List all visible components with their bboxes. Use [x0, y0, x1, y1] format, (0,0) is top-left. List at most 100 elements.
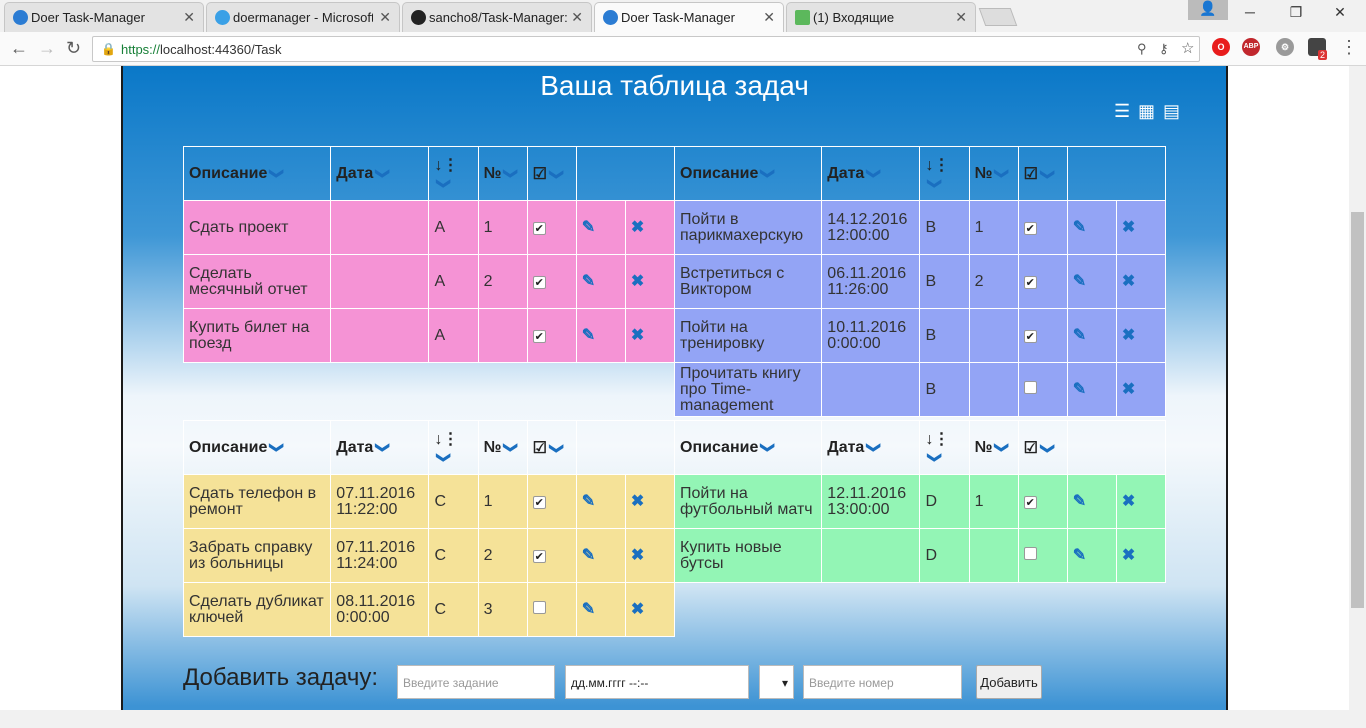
browser-tab-4[interactable]: (1) Входящие ✕	[786, 2, 976, 32]
edit-icon[interactable]: ✎	[1073, 273, 1086, 290]
priority-select[interactable]: ▾	[759, 665, 794, 699]
gear-icon[interactable]: ⚙	[1276, 38, 1294, 56]
column-header[interactable]: Описание ❯	[673, 420, 823, 475]
date-input[interactable]: дд.мм.гггг --:--	[565, 665, 749, 699]
edit-icon[interactable]: ✎	[582, 493, 595, 510]
chevron-down-icon[interactable]: ❯	[927, 177, 944, 189]
done-checkbox[interactable]	[1023, 547, 1037, 560]
chevron-down-icon[interactable]: ❯	[503, 441, 520, 453]
column-header[interactable]: ☑ ❯	[1017, 146, 1068, 201]
chevron-down-icon[interactable]: ❯	[269, 441, 286, 453]
calendar-view-icon[interactable]: ▤	[1163, 101, 1183, 121]
close-icon[interactable]: ✕	[379, 9, 391, 26]
column-header[interactable]: Дата ❯	[330, 146, 430, 201]
maximize-icon[interactable]: ❐	[1276, 4, 1316, 21]
column-header[interactable]: Дата ❯	[330, 420, 430, 475]
done-checkbox[interactable]	[1023, 381, 1037, 394]
edit-icon[interactable]: ✎	[1073, 219, 1086, 236]
column-header[interactable]: Дата ❯	[821, 420, 921, 475]
horizontal-scrollbar[interactable]	[0, 710, 1366, 728]
edit-icon[interactable]: ✎	[582, 219, 595, 236]
opera-icon[interactable]: O	[1212, 38, 1230, 56]
browser-tab-3[interactable]: Doer Task-Manager ✕	[594, 2, 784, 32]
zoom-icon[interactable]: ⚲	[1137, 41, 1147, 57]
menu-icon[interactable]: ⋮	[1340, 37, 1358, 58]
new-tab-button[interactable]	[978, 8, 1018, 26]
chevron-down-icon[interactable]: ❯	[866, 441, 883, 453]
delete-icon[interactable]: ✖	[631, 219, 644, 236]
chevron-down-icon[interactable]: ❯	[994, 167, 1011, 179]
url-text[interactable]: https://localhost:44360/Task	[121, 42, 281, 57]
key-icon[interactable]: ⚷	[1159, 41, 1169, 57]
address-bar[interactable]: 🔒 https://localhost:44360/Task ⚲ ⚷ ☆	[92, 36, 1200, 62]
scrollbar-thumb[interactable]	[1351, 212, 1364, 608]
chevron-down-icon[interactable]: ❯	[548, 168, 565, 180]
chevron-down-icon[interactable]: ❯	[1039, 442, 1056, 454]
delete-icon[interactable]: ✖	[1122, 273, 1135, 290]
edit-icon[interactable]: ✎	[582, 601, 595, 618]
chevron-down-icon[interactable]: ❯	[375, 441, 392, 453]
close-icon[interactable]: ✕	[763, 9, 775, 26]
edit-icon[interactable]: ✎	[1073, 547, 1086, 564]
chevron-down-icon[interactable]: ❯	[436, 177, 453, 189]
column-header[interactable]: ↓⋮ ❯	[428, 420, 479, 475]
column-header[interactable]: Описание ❯	[673, 146, 823, 201]
done-checkbox[interactable]: ✔	[532, 221, 546, 235]
number-input[interactable]: Введите номер	[803, 665, 962, 699]
delete-icon[interactable]: ✖	[1122, 547, 1135, 564]
chevron-down-icon[interactable]: ❯	[269, 167, 286, 179]
task-input[interactable]: Введите задание	[397, 665, 555, 699]
column-header[interactable]: № ❯	[968, 420, 1019, 475]
done-checkbox[interactable]: ✔	[1023, 275, 1037, 289]
delete-icon[interactable]: ✖	[631, 273, 644, 290]
edit-icon[interactable]: ✎	[1073, 493, 1086, 510]
browser-tab-1[interactable]: doermanager - Microsoft ✕	[206, 2, 400, 32]
edit-icon[interactable]: ✎	[582, 327, 595, 344]
column-header[interactable]: ☑ ❯	[526, 146, 577, 201]
done-checkbox[interactable]: ✔	[532, 275, 546, 289]
column-header[interactable]: Дата ❯	[821, 146, 921, 201]
delete-icon[interactable]: ✖	[1122, 493, 1135, 510]
delete-icon[interactable]: ✖	[631, 601, 644, 618]
column-header[interactable]: ☑ ❯	[526, 420, 577, 475]
adblock-icon[interactable]: ABP	[1242, 38, 1260, 56]
delete-icon[interactable]: ✖	[1122, 219, 1135, 236]
browser-tab-0[interactable]: Doer Task-Manager ✕	[4, 2, 204, 32]
browser-tab-2[interactable]: sancho8/Task-Manager: ✕	[402, 2, 592, 32]
edit-icon[interactable]: ✎	[582, 273, 595, 290]
chevron-down-icon[interactable]: ❯	[994, 441, 1011, 453]
add-task-button[interactable]: Добавить	[976, 665, 1042, 699]
column-header[interactable]: ↓⋮ ❯	[919, 420, 970, 475]
chevron-down-icon[interactable]: ❯	[760, 167, 777, 179]
list-view-icon[interactable]: ☰	[1114, 101, 1134, 121]
column-header[interactable]: № ❯	[477, 420, 528, 475]
column-header[interactable]: ☑ ❯	[1017, 420, 1068, 475]
done-checkbox[interactable]: ✔	[1023, 221, 1037, 235]
column-header[interactable]: № ❯	[477, 146, 528, 201]
delete-icon[interactable]: ✖	[631, 547, 644, 564]
chevron-down-icon[interactable]: ❯	[760, 441, 777, 453]
done-checkbox[interactable]: ✔	[1023, 495, 1037, 509]
window-close-icon[interactable]: ✕	[1320, 4, 1360, 21]
minimize-icon[interactable]: ─	[1230, 4, 1270, 20]
chevron-down-icon[interactable]: ❯	[927, 451, 944, 463]
edit-icon[interactable]: ✎	[582, 547, 595, 564]
chevron-down-icon[interactable]: ❯	[548, 442, 565, 454]
chevron-down-icon[interactable]: ❯	[503, 167, 520, 179]
done-checkbox[interactable]: ✔	[532, 329, 546, 343]
column-header[interactable]: Описание ❯	[182, 146, 332, 201]
done-checkbox[interactable]	[532, 601, 546, 614]
edit-icon[interactable]: ✎	[1073, 381, 1086, 398]
chevron-down-icon[interactable]: ❯	[375, 167, 392, 179]
chevron-down-icon[interactable]: ❯	[436, 451, 453, 463]
column-header[interactable]: Описание ❯	[182, 420, 332, 475]
chevron-down-icon[interactable]: ❯	[1039, 168, 1056, 180]
back-icon[interactable]: ←	[10, 38, 28, 59]
close-icon[interactable]: ✕	[955, 9, 967, 26]
column-header[interactable]: ↓⋮ ❯	[919, 146, 970, 201]
forward-icon[interactable]: →	[38, 38, 56, 59]
done-checkbox[interactable]: ✔	[1023, 329, 1037, 343]
grid-view-icon[interactable]: ▦	[1138, 101, 1158, 121]
column-header[interactable]: ↓⋮ ❯	[428, 146, 479, 201]
bookmark-star-icon[interactable]: ☆	[1181, 39, 1194, 57]
